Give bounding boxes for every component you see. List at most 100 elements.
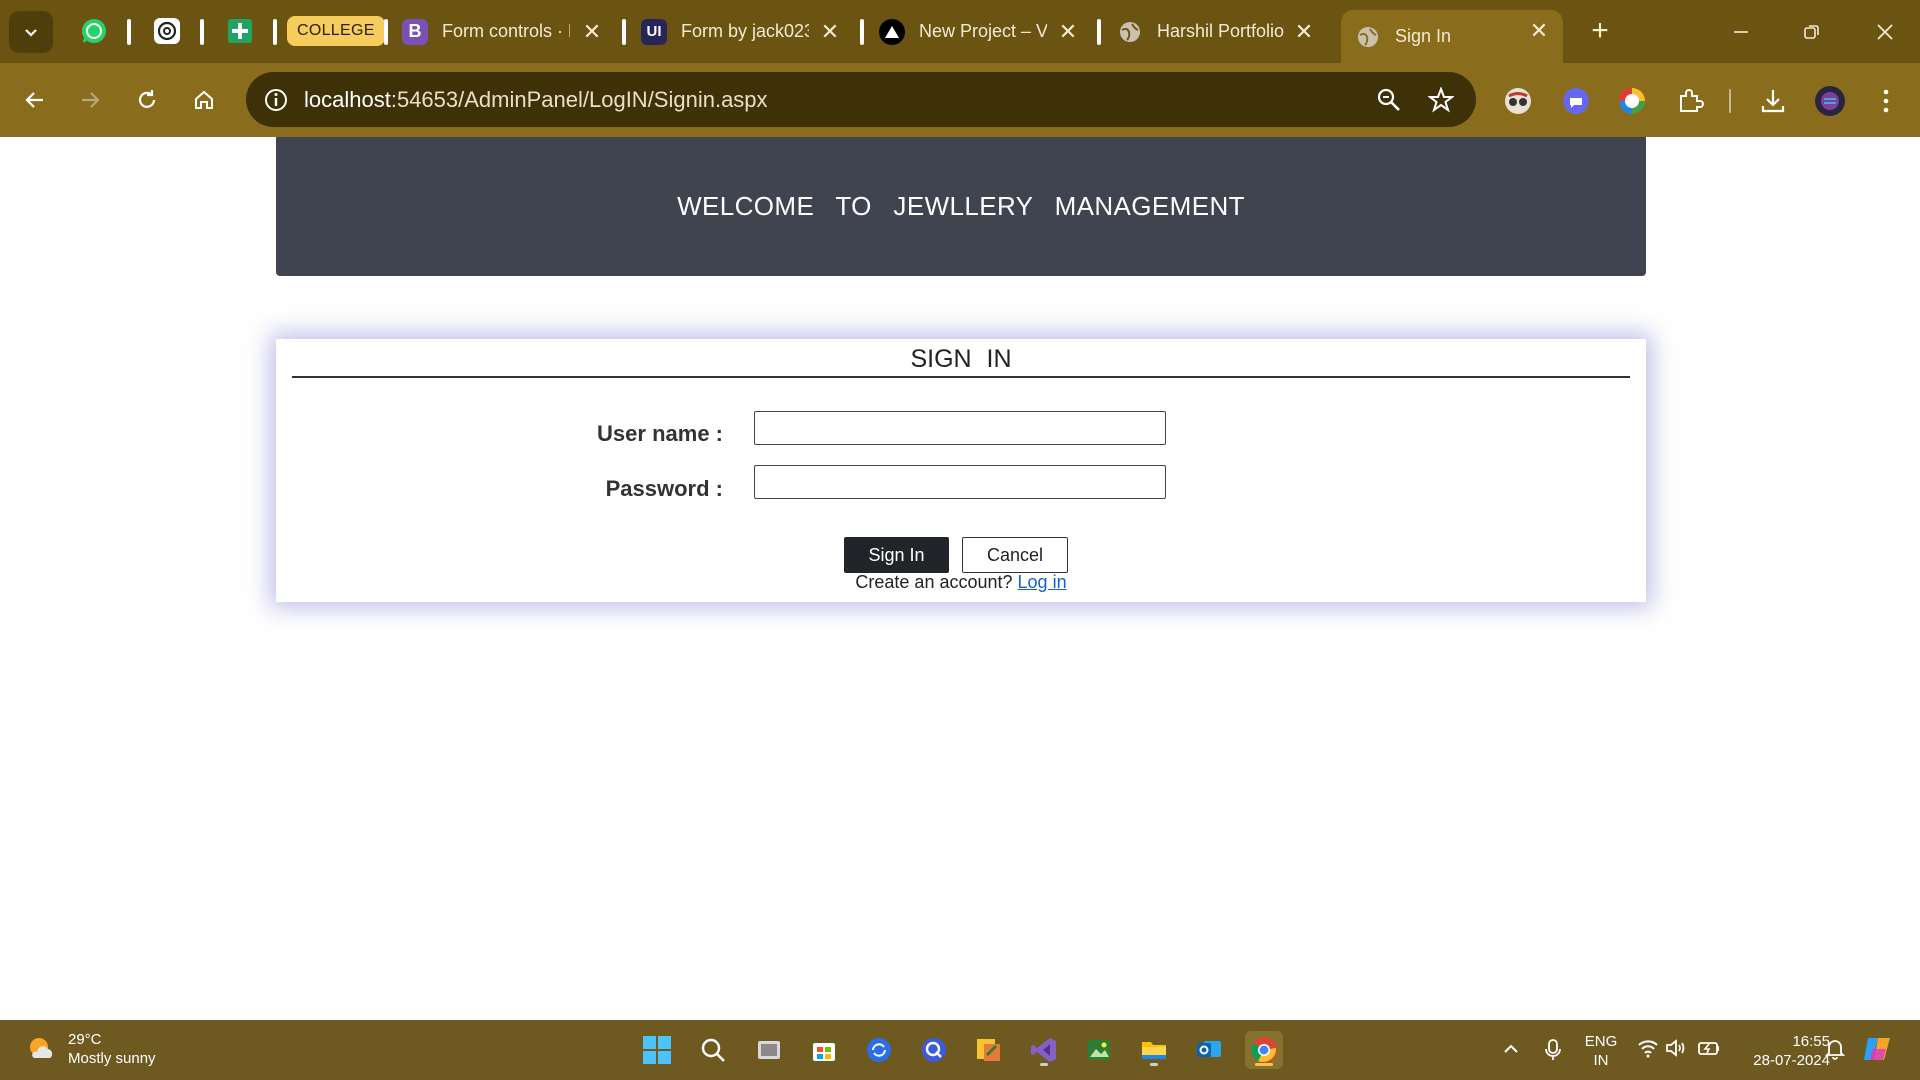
reload-button[interactable]	[128, 81, 166, 119]
new-tab-button[interactable]: +	[1583, 14, 1617, 48]
zoom-button[interactable]	[1374, 85, 1404, 115]
tab-harshil-portfolio[interactable]: Harshil Portfolio ✕	[1117, 10, 1316, 53]
url-host: localhost	[304, 87, 391, 112]
sticky-notes-icon	[977, 1039, 1000, 1061]
close-icon[interactable]: ✕	[580, 19, 604, 44]
extensions-button[interactable]	[1674, 85, 1706, 117]
tab-strip: COLLEGE B Form controls · B ✕ UI Form by…	[0, 0, 1920, 63]
wifi-icon	[1638, 1040, 1658, 1058]
restore-button[interactable]	[1789, 14, 1835, 50]
minimize-button[interactable]	[1718, 14, 1764, 50]
create-account-text: Create an account?	[855, 572, 1013, 592]
battery-status[interactable]	[1697, 1038, 1721, 1058]
taskbar-app-sync[interactable]	[860, 1031, 898, 1069]
running-indicator	[1040, 1063, 1048, 1066]
chevron-up-icon	[1504, 1044, 1518, 1053]
task-view-button[interactable]	[750, 1031, 788, 1069]
forward-button[interactable]	[71, 81, 109, 119]
clock[interactable]: 16:55 28-07-2024	[1730, 1032, 1830, 1070]
tab-search-button[interactable]	[9, 11, 53, 53]
plus-icon: +	[1591, 14, 1609, 47]
uiverse-icon: UI	[641, 18, 667, 45]
tab-form-by-jack[interactable]: UI Form by jack023 ✕	[641, 10, 842, 53]
clock-date: 28-07-2024	[1753, 1052, 1830, 1069]
close-icon[interactable]: ✕	[1292, 19, 1316, 44]
close-icon[interactable]: ✕	[1527, 18, 1551, 43]
login-link[interactable]: Log in	[1018, 572, 1067, 592]
downloads-button[interactable]	[1757, 85, 1789, 117]
pinned-tab-chatgpt[interactable]	[151, 15, 183, 47]
taskbar-app-outlook[interactable]	[1190, 1031, 1228, 1069]
show-hidden-icons-button[interactable]	[1502, 1040, 1520, 1058]
notifications-button[interactable]	[1825, 1038, 1845, 1060]
tab-form-controls[interactable]: B Form controls · B ✕	[402, 10, 604, 53]
running-indicator	[1150, 1063, 1158, 1066]
more-vertical-icon	[1883, 89, 1889, 113]
home-button[interactable]	[185, 81, 223, 119]
back-button[interactable]	[16, 81, 54, 119]
pinned-tab-whatsapp[interactable]	[78, 15, 110, 47]
spy-glasses-icon	[1505, 88, 1531, 114]
taskbar-app-chrome[interactable]	[1245, 1031, 1283, 1069]
close-icon[interactable]: ✕	[1056, 19, 1080, 44]
page-viewport: WELCOME TO JEWLLERY MANAGEMENT SIGN IN U…	[0, 137, 1920, 1020]
card-title: SIGN IN	[910, 345, 1012, 373]
tab-new-project[interactable]: New Project – Ve ✕	[879, 10, 1080, 53]
copilot-button[interactable]	[1862, 1034, 1894, 1064]
tab-separator	[622, 19, 626, 45]
tab-separator	[127, 19, 131, 45]
password-input[interactable]	[754, 465, 1166, 499]
reload-icon	[138, 90, 156, 108]
taskbar-app-photos[interactable]	[1080, 1031, 1118, 1069]
browser-toolbar: localhost:54653/AdminPanel/LogIN/Signin.…	[0, 63, 1920, 137]
outlook-icon	[1197, 1041, 1221, 1057]
taskbar-search-button[interactable]	[694, 1031, 732, 1069]
tab-group-college[interactable]: COLLEGE	[287, 16, 385, 46]
chat-bubble-icon	[1563, 88, 1589, 114]
weather-temperature: 29°C	[68, 1031, 102, 1048]
taskbar-app-copilot[interactable]	[915, 1031, 953, 1069]
taskbar-app-sticky[interactable]	[970, 1031, 1008, 1069]
taskbar-app-file-explorer[interactable]	[1135, 1031, 1173, 1069]
taskbar-app-store[interactable]	[805, 1031, 843, 1069]
download-icon	[1761, 90, 1785, 113]
task-view-icon	[758, 1041, 780, 1059]
extension-chat-button[interactable]	[1560, 85, 1592, 117]
browser-menu-button[interactable]	[1870, 85, 1902, 117]
profile-avatar[interactable]	[1814, 85, 1846, 117]
close-window-button[interactable]	[1862, 14, 1908, 50]
volume-status[interactable]	[1665, 1038, 1687, 1058]
extension-spy-button[interactable]	[1502, 85, 1534, 117]
zoom-icon	[1377, 88, 1400, 111]
q-app-icon	[922, 1038, 946, 1062]
region-code: IN	[1593, 1052, 1609, 1069]
language-indicator[interactable]: ENG IN	[1577, 1032, 1625, 1070]
wifi-status[interactable]	[1637, 1038, 1659, 1058]
tab-separator	[273, 19, 277, 45]
tab-sign-in[interactable]: Sign In ✕	[1341, 10, 1563, 63]
info-icon[interactable]	[262, 86, 290, 114]
folder-icon	[1142, 1042, 1166, 1059]
toolbar-separator	[1729, 89, 1731, 113]
microphone-icon	[1545, 1039, 1561, 1060]
extension-color-button[interactable]	[1616, 85, 1648, 117]
globe-icon	[1355, 24, 1381, 50]
cancel-button[interactable]: Cancel	[962, 537, 1068, 573]
signin-button[interactable]: Sign In	[844, 537, 949, 573]
close-icon[interactable]: ✕	[818, 19, 842, 44]
vercel-icon	[879, 18, 905, 45]
chevron-down-icon	[25, 29, 37, 37]
weather-widget[interactable]: 29°C Mostly sunny	[26, 1030, 156, 1068]
url-text[interactable]: localhost:54653/AdminPanel/LogIN/Signin.…	[304, 87, 768, 113]
pinned-tab-sheets[interactable]	[224, 15, 256, 47]
taskbar-app-visual-studio[interactable]	[1025, 1031, 1063, 1069]
username-input[interactable]	[754, 411, 1166, 445]
start-button[interactable]	[638, 1031, 676, 1069]
speaker-icon	[1666, 1039, 1685, 1057]
arrow-right-icon	[82, 92, 100, 108]
microphone-button[interactable]	[1543, 1038, 1563, 1062]
bell-icon	[1825, 1040, 1845, 1060]
bookmark-button[interactable]	[1426, 85, 1456, 115]
restore-icon	[1804, 25, 1819, 39]
address-bar[interactable]: localhost:54653/AdminPanel/LogIN/Signin.…	[246, 72, 1476, 127]
